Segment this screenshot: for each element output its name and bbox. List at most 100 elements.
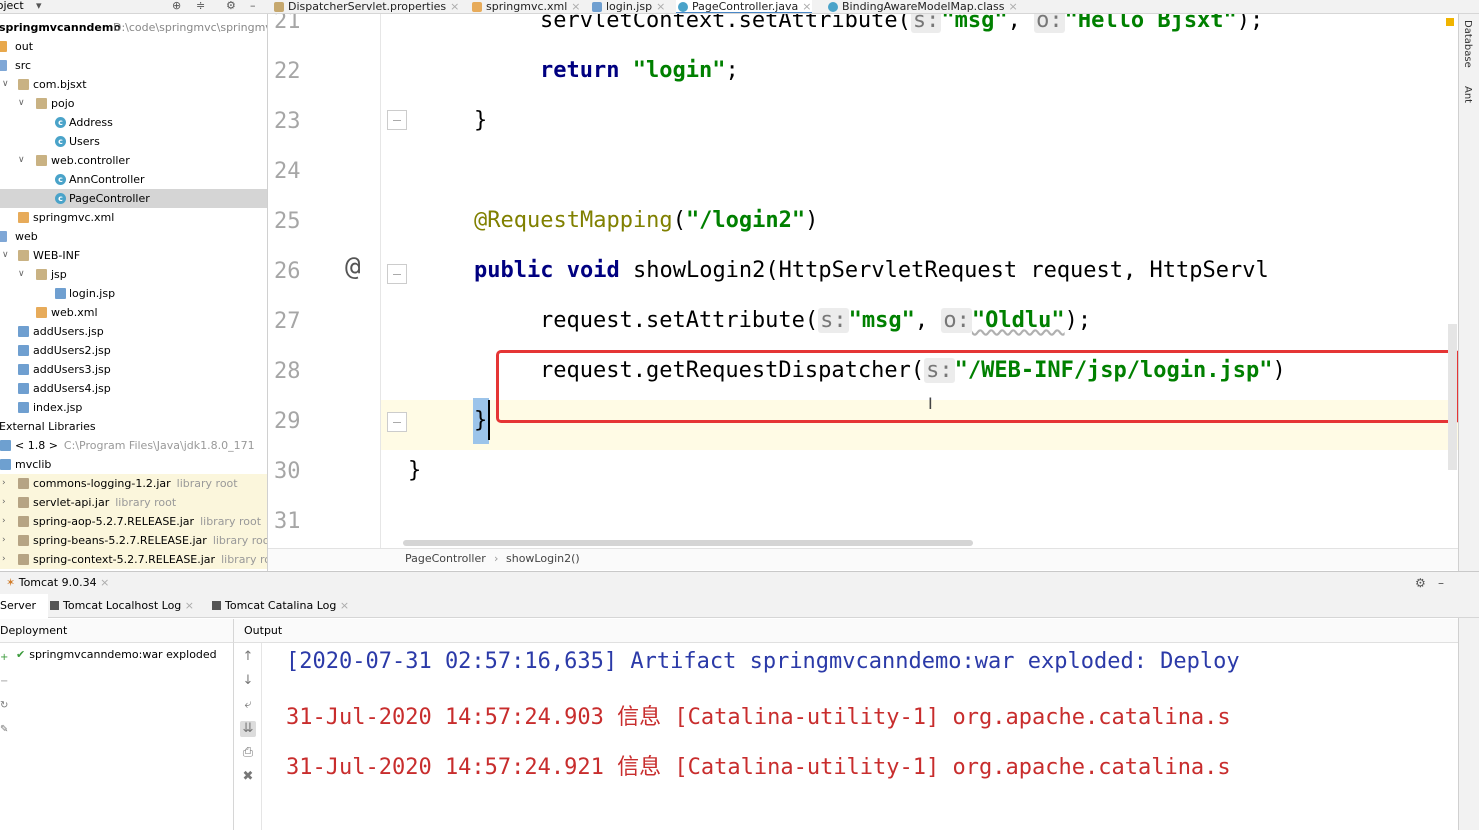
code-line-21[interactable]: servletContext.setAttribute(s:"msg", o:"… [540,14,1263,33]
scroll-down-icon[interactable]: ↓ [240,673,256,689]
console-output[interactable]: [2020-07-31 02:57:16,635] Artifact sprin… [262,643,1458,830]
class-icon: c [55,174,66,185]
tree-item-web-inf[interactable]: ∨ WEB-INF [0,246,267,265]
tree-item-spring-context[interactable]: › spring-context-5.2.7.RELEASE.jar library… [0,550,267,569]
horizontal-scrollbar[interactable] [403,540,973,546]
tree-item-springmvc-xml[interactable]: springmvc.xml [0,208,267,227]
close-icon[interactable]: × [185,599,194,612]
breadcrumb-class[interactable]: PageController [405,549,486,569]
chevron-down-icon[interactable]: ▾ [36,0,42,13]
tab-tomcat-localhost-log[interactable]: Tomcat Localhost Log × [50,594,194,618]
chevron-down-icon[interactable]: ∨ [2,246,9,265]
ant-tool-button[interactable]: Ant [1462,86,1473,103]
gear-icon[interactable]: ⚙ [1415,572,1426,594]
tab-login-jsp[interactable]: login.jsp × [590,0,665,13]
tree-item-index-jsp[interactable]: index.jsp [0,398,267,417]
close-icon[interactable]: × [1008,0,1017,13]
override-marker-icon[interactable]: @ [345,252,361,282]
code-line-26[interactable]: public void showLogin2(HttpServletReques… [474,258,1269,283]
console-line: 31-Jul-2020 14:57:24.903 信息 [Catalina-ut… [286,705,1231,730]
code-line-27[interactable]: request.setAttribute(s:"msg", o:"Oldlu")… [540,308,1091,333]
chevron-down-icon[interactable]: ∨ [18,265,25,284]
refresh-icon[interactable]: ↻ [0,701,10,711]
close-icon[interactable]: × [340,599,349,612]
tab-pagecontroller-java[interactable]: PageController.java × [676,0,812,13]
breadcrumb-method[interactable]: showLogin2() [506,549,580,569]
tree-item-addusers-jsp[interactable]: addUsers.jsp [0,322,267,341]
undeploy-icon[interactable]: − [0,677,10,687]
close-icon[interactable]: × [656,0,665,13]
tree-item-com-bjsxt[interactable]: ∨ com.bjsxt [0,75,267,94]
chevron-right-icon[interactable]: › [2,531,6,550]
deployment-item[interactable]: ✔ springmvcanndemo:war exploded [16,647,217,663]
collapse-icon[interactable]: ≑ [196,0,205,13]
tab-bindingawaremodelmap-class[interactable]: BindingAwareModelMap.class × [826,0,1018,13]
tree-item-anncontroller[interactable]: c AnnController [0,170,267,189]
tree-item-servlet-api[interactable]: › servlet-api.jar library root [0,493,267,512]
close-icon[interactable]: × [571,0,580,13]
tree-item-mvclib[interactable]: mvclib [0,455,267,474]
log-icon [212,601,221,610]
code-editor[interactable]: 21 22 23 24 25 26 27 28 29 30 31 @ servl… [268,14,1458,548]
soft-wrap-icon[interactable]: ⤶ [240,697,256,713]
trash-icon[interactable]: ✖ [240,769,256,785]
chevron-down-icon[interactable]: ∨ [18,94,25,113]
tree-item-pagecontroller[interactable]: c PageController [0,189,267,208]
tree-item-addusers2-jsp[interactable]: addUsers2.jsp [0,341,267,360]
chevron-down-icon[interactable]: ∨ [18,151,25,170]
tree-item-web[interactable]: web [0,227,267,246]
tree-item-login-jsp[interactable]: login.jsp [0,284,267,303]
deploy-icon[interactable]: + [0,653,10,663]
vertical-scrollbar[interactable] [1448,324,1457,470]
fold-marker-icon[interactable] [387,264,407,284]
chevron-down-icon[interactable]: ∨ [2,75,9,94]
tree-item-spring-beans[interactable]: › spring-beans-5.2.7.RELEASE.jar library r… [0,531,267,550]
run-config-tab[interactable]: ✶ Tomcat 9.0.34 × [6,572,109,594]
chevron-right-icon[interactable]: › [2,550,6,569]
jar-icon [18,516,29,527]
fold-marker-icon[interactable] [387,110,407,130]
tab-tomcat-catalina-log[interactable]: Tomcat Catalina Log × [212,594,349,618]
chevron-right-icon[interactable]: › [2,512,6,531]
scroll-up-icon[interactable]: ↑ [240,649,256,665]
tab-server[interactable]: Server [0,594,49,618]
code-line-22[interactable]: return "login"; [540,58,739,83]
tree-item-addusers4-jsp[interactable]: addUsers4.jsp [0,379,267,398]
tree-item-address[interactable]: c Address [0,113,267,132]
chevron-right-icon[interactable]: › [2,493,6,512]
minimize-icon[interactable]: – [250,0,256,13]
gear-icon[interactable]: ⚙ [226,0,236,13]
scroll-to-end-icon[interactable]: ⇊ [240,721,256,737]
tree-item-commons-logging[interactable]: › commons-logging-1.2.jar library root [0,474,267,493]
close-icon[interactable]: × [802,0,811,13]
tree-item-src[interactable]: src [0,56,267,75]
tree-item-pojo[interactable]: ∨ pojo [0,94,267,113]
tree-root[interactable]: springmvcanndemo D:\code\springmvc\sprin… [0,18,267,37]
tree-item-addusers3-jsp[interactable]: addUsers3.jsp [0,360,267,379]
chevron-right-icon[interactable]: › [2,474,6,493]
tree-item-jdk[interactable]: < 1.8 > C:\Program Files\Java\jdk1.8.0_17… [0,436,267,455]
minimize-icon[interactable]: – [1438,572,1444,594]
project-panel-title[interactable]: Project [0,0,24,13]
tree-item-users[interactable]: c Users [0,132,267,151]
print-icon[interactable]: ⎙ [240,745,256,761]
edit-icon[interactable]: ✎ [0,725,10,735]
database-tool-button[interactable]: Database [1462,20,1473,68]
tree-item-jsp[interactable]: ∨ jsp [0,265,267,284]
warning-marker-icon[interactable] [1446,18,1454,26]
code-line-25[interactable]: @RequestMapping("/login2") [474,208,818,233]
tree-item-web-xml[interactable]: web.xml [0,303,267,322]
close-icon[interactable]: × [450,0,459,13]
code-line-23[interactable]: } [474,108,487,133]
close-icon[interactable]: × [100,576,109,589]
tree-item-external-libraries[interactable]: External Libraries [0,417,267,436]
code-line-29[interactable]: } [474,408,487,433]
tree-item-out[interactable]: out [0,37,267,56]
code-line-30[interactable]: } [408,458,421,483]
tab-dispatcherservlet-properties[interactable]: DispatcherServlet.properties × [272,0,459,13]
tree-item-spring-aop[interactable]: › spring-aop-5.2.7.RELEASE.jar library roo… [0,512,267,531]
tree-item-web-controller[interactable]: ∨ web.controller [0,151,267,170]
fold-marker-icon[interactable] [387,412,407,432]
locate-icon[interactable]: ⊕ [172,0,181,13]
tab-springmvc-xml[interactable]: springmvc.xml × [470,0,581,13]
